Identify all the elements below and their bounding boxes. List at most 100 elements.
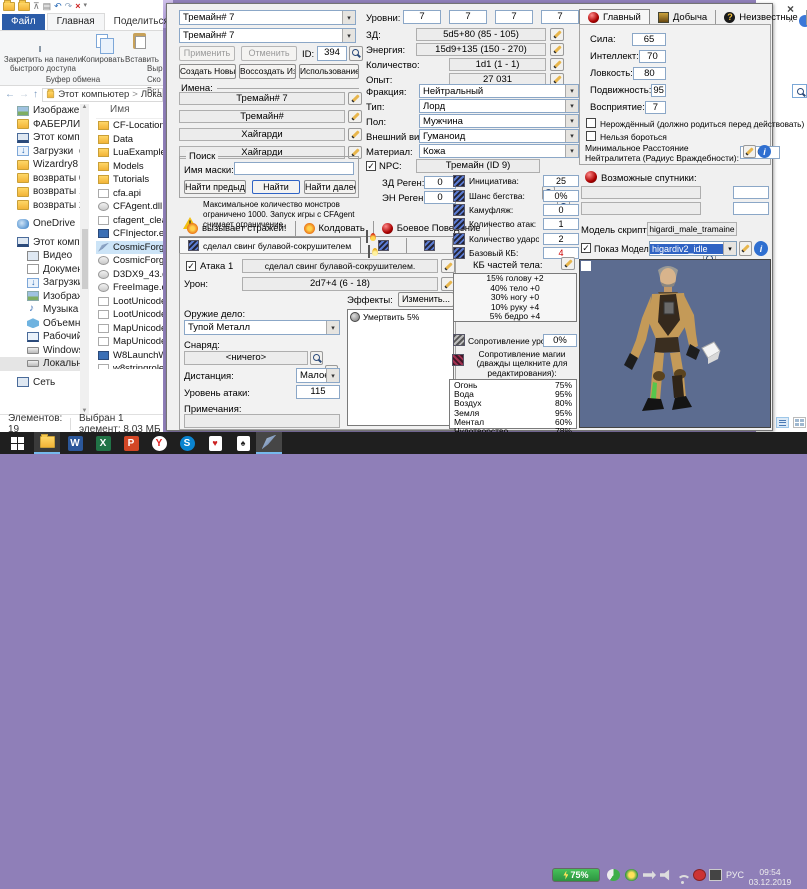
en-regen-input[interactable]: 0 <box>424 191 456 204</box>
effect-item[interactable]: Умертвить 5% <box>348 310 453 324</box>
right-panel-tab[interactable]: Неизвестные <box>716 10 807 25</box>
find-button[interactable]: Найти <box>252 180 300 194</box>
attribute-input[interactable]: 80 <box>633 67 666 80</box>
sidebar-item[interactable]: Объемные объ <box>0 317 80 331</box>
tray-volume-icon[interactable] <box>660 869 673 881</box>
edit-pencil-icon[interactable] <box>348 92 362 105</box>
type-dropdown[interactable]: Лорд <box>419 99 579 113</box>
ribbon-tab[interactable]: Главная <box>47 13 105 30</box>
model-viewer[interactable] <box>579 259 771 428</box>
sidebar-item[interactable]: Рабочий стол <box>0 330 80 344</box>
attribute-input[interactable]: 7 <box>645 101 666 114</box>
count-field[interactable]: 1d1 (1 - 1) <box>449 58 546 71</box>
level-input[interactable]: 7 <box>495 10 533 24</box>
projectile-field[interactable]: <ничего> <box>184 351 308 365</box>
file-row[interactable]: FreeImage.dll <box>96 281 163 295</box>
show-model-pencil-icon[interactable] <box>739 241 752 256</box>
taskbar-explorer-icon[interactable] <box>34 432 60 454</box>
copy-button[interactable]: Копировать <box>80 55 126 64</box>
sidebar-item[interactable]: ФАБЕРЛИК <box>0 118 80 132</box>
tray-pie-icon[interactable] <box>607 869 620 881</box>
min-distance-pencil-icon[interactable] <box>743 145 756 158</box>
stat-input[interactable]: 25 <box>543 175 579 187</box>
file-row[interactable]: CosmicForgeU.e... <box>96 241 163 255</box>
npc-checkbox[interactable] <box>366 161 376 171</box>
sidebar-item[interactable]: Этот компьютер <box>0 236 80 250</box>
min-distance-info-icon[interactable] <box>758 145 771 158</box>
attack-tab-active[interactable]: сделал свинг булавой-сокрушителем. <box>179 237 361 253</box>
energy-field[interactable]: 15d9+135 (150 - 270) <box>416 43 546 56</box>
scrollbar-thumb[interactable] <box>82 229 88 289</box>
stat-input[interactable]: 1 <box>543 218 579 230</box>
sidebar-item[interactable]: Изображения <box>0 290 80 304</box>
language-indicator[interactable]: РУС <box>726 870 744 880</box>
file-row[interactable]: LootUnicodeNa... <box>96 308 163 322</box>
change-effects-button[interactable]: Изменить... <box>398 292 454 307</box>
appearance-dropdown[interactable]: Гуманоид <box>419 129 579 143</box>
sidebar-item[interactable]: возвраты 03.12. <box>0 172 80 186</box>
forward-icon[interactable]: → <box>19 89 29 100</box>
copy-icon[interactable] <box>96 34 108 48</box>
level-input[interactable]: 7 <box>541 10 579 24</box>
sidebar-item[interactable]: Изображени <box>0 104 80 118</box>
sidebar-item[interactable]: Загрузки <box>0 145 80 159</box>
breadcrumb[interactable]: Этот компьютер>Лока <box>42 88 163 102</box>
edit-pencil-icon[interactable] <box>348 110 362 123</box>
tray-record-icon[interactable] <box>693 869 706 881</box>
taskbar-word-icon[interactable]: W <box>62 432 88 454</box>
npc-field[interactable]: Тремайн (ID 9) <box>416 159 540 173</box>
show-model-dropdown[interactable]: higardiv2_idle <box>649 241 737 256</box>
battery-indicator[interactable]: 75% <box>552 868 600 882</box>
file-row[interactable]: Data <box>96 133 163 147</box>
clock[interactable]: 09:54 03.12.2019 <box>748 867 792 887</box>
ribbon-tab[interactable]: Файл <box>2 14 45 30</box>
edit-pencil-icon[interactable] <box>441 259 455 273</box>
file-row[interactable]: CFInjector.exe <box>96 227 163 241</box>
taskbar-cards-icon[interactable]: ♥ <box>202 432 228 454</box>
find-prev-button[interactable]: Найти предыд. <box>184 180 246 194</box>
sidebar-item[interactable]: Документы <box>0 263 80 277</box>
file-row[interactable]: D3DX9_43.dll <box>96 268 163 282</box>
redo-icon[interactable]: ↷ <box>65 1 73 11</box>
file-row[interactable]: CFAgent.dll <box>96 200 163 214</box>
ability-tab[interactable]: Колдовать <box>296 221 374 236</box>
gender-dropdown[interactable]: Мужчина <box>419 114 579 128</box>
id-input[interactable]: 394 <box>317 46 347 61</box>
file-row[interactable]: Models <box>96 160 163 174</box>
find-next-button[interactable]: Найти далее <box>304 180 356 194</box>
tray-wifi-icon[interactable] <box>676 874 689 886</box>
thumbnails-view-icon[interactable] <box>793 417 806 428</box>
tray-antivirus-icon[interactable] <box>625 869 638 881</box>
sidebar-item[interactable]: Музыка <box>0 303 80 317</box>
companion-count-1[interactable] <box>733 186 769 199</box>
file-row[interactable]: CF-Location-Un... <box>96 119 163 133</box>
distance-dropdown[interactable]: Малое <box>296 368 340 383</box>
edit-pencil-icon[interactable] <box>561 257 575 270</box>
sidebar-item[interactable]: возвраты 19.11. <box>0 185 80 199</box>
edit-pencil-icon[interactable] <box>550 58 564 71</box>
attack-level-input[interactable]: 115 <box>296 385 340 399</box>
hp-field[interactable]: 5d5+80 (85 - 105) <box>416 28 546 41</box>
sidebar-item[interactable]: Сеть <box>0 376 80 390</box>
qat-dropdown-icon[interactable]: ▾ <box>83 1 87 11</box>
model-script-field[interactable]: higardi_male_tramaine <box>647 222 737 236</box>
attribute-input[interactable]: 95 <box>651 84 666 97</box>
damage-field[interactable]: 2d7+4 (6 - 18) <box>242 277 438 291</box>
details-view-icon[interactable] <box>776 417 789 428</box>
paste-button[interactable]: Вставить <box>124 55 160 64</box>
stat-input[interactable]: 0 <box>543 204 579 216</box>
recreate-from-button[interactable]: Воссоздать Из... <box>239 64 296 79</box>
projectile-search-icon[interactable] <box>310 351 323 365</box>
sidebar-item[interactable]: Загрузки <box>0 276 80 290</box>
search-box-sliver[interactable] <box>792 84 807 98</box>
stat-input[interactable]: 0% <box>543 190 579 202</box>
edit-pencil-icon[interactable] <box>348 128 362 141</box>
name-field[interactable]: Тремайн# <box>179 110 345 123</box>
file-row[interactable]: CosmicForgeUR... <box>96 254 163 268</box>
edit-pencil-icon[interactable] <box>550 28 564 41</box>
sidebar-item[interactable]: возвраты 26.11. <box>0 199 80 213</box>
monster-combo-1[interactable]: Тремайн# 7 <box>179 10 356 25</box>
material-dropdown[interactable]: Кожа <box>419 144 579 158</box>
create-new-button[interactable]: Создать Новый... <box>179 64 236 79</box>
right-panel-tab[interactable]: Добыча <box>650 10 716 25</box>
